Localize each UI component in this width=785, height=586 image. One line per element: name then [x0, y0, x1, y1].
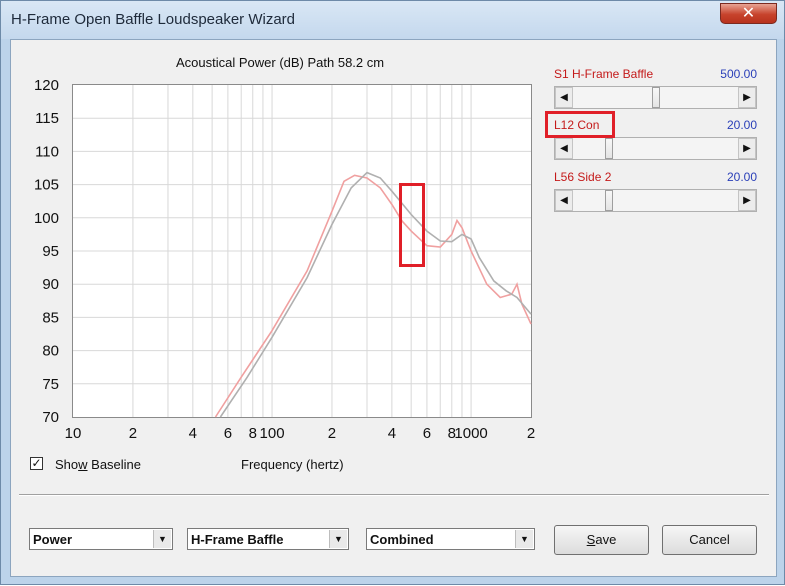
- x-tick-label: 4: [189, 425, 197, 442]
- y-tick-label: 85: [42, 309, 59, 326]
- save-button-rest: ave: [595, 532, 617, 547]
- param-value-l12: 20.00: [726, 118, 757, 132]
- x-tick-label: 4: [388, 425, 396, 442]
- scroll-right-icon[interactable]: ▶: [738, 190, 756, 211]
- show-baseline-label[interactable]: Show Baseline: [55, 457, 141, 472]
- y-tick-label: 120: [34, 77, 59, 94]
- param-label-s1: S1 H-Frame Baffle: [554, 67, 654, 81]
- y-tick-label: 110: [35, 143, 59, 160]
- l56-scroll-thumb[interactable]: [605, 190, 613, 211]
- checkmark-icon: ✓: [31, 456, 42, 470]
- output-dropdown-value: Combined: [370, 532, 434, 547]
- param-value-l56: 20.00: [726, 170, 757, 184]
- x-tick-label: 100: [260, 425, 285, 442]
- s1-scrollbar[interactable]: ◀ ▶: [554, 86, 757, 109]
- l56-scrollbar[interactable]: ◀ ▶: [554, 189, 757, 212]
- x-tick-label: 2: [129, 425, 137, 442]
- scroll-left-icon[interactable]: ◀: [555, 138, 573, 159]
- save-button[interactable]: Save: [554, 525, 649, 555]
- l12-scroll-thumb[interactable]: [605, 138, 613, 159]
- y-tick-label: 95: [42, 243, 59, 260]
- baffle-dropdown[interactable]: H-Frame Baffle ▼: [187, 528, 349, 550]
- show-baseline-label-post: Baseline: [87, 457, 142, 472]
- x-tick-label: 6: [224, 425, 232, 442]
- y-tick-label: 105: [34, 177, 59, 194]
- highlight-box-l12: [545, 111, 615, 138]
- scroll-left-icon[interactable]: ◀: [555, 190, 573, 211]
- measurement-dropdown-value: Power: [33, 532, 73, 547]
- chevron-down-icon[interactable]: ▼: [153, 530, 171, 548]
- param-value-s1: 500.00: [720, 67, 757, 81]
- y-tick-label: 80: [42, 343, 59, 360]
- x-tick-label: 2: [328, 425, 336, 442]
- y-tick-label: 100: [34, 210, 59, 227]
- show-baseline-checkbox[interactable]: ✓: [30, 457, 43, 470]
- cancel-button[interactable]: Cancel: [662, 525, 757, 555]
- x-tick-label: 6: [423, 425, 431, 442]
- measurement-dropdown[interactable]: Power ▼: [29, 528, 173, 550]
- x-tick-label: 2: [527, 425, 535, 442]
- y-tick-label: 70: [42, 409, 59, 426]
- scroll-left-icon[interactable]: ◀: [555, 87, 573, 108]
- divider: [19, 494, 769, 496]
- chevron-down-icon[interactable]: ▼: [329, 530, 347, 548]
- baffle-dropdown-value: H-Frame Baffle: [191, 532, 284, 547]
- l12-scrollbar[interactable]: ◀ ▶: [554, 137, 757, 160]
- y-tick-label: 115: [35, 110, 59, 127]
- x-tick-label: 8: [249, 425, 257, 442]
- wizard-window: H-Frame Open Baffle Loudspeaker Wizard ✕…: [0, 0, 785, 585]
- show-baseline-label-key: w: [78, 457, 88, 472]
- output-dropdown[interactable]: Combined ▼: [366, 528, 535, 550]
- baseline-response-line: [219, 171, 532, 418]
- y-tick-label: 75: [42, 376, 59, 393]
- scroll-right-icon[interactable]: ▶: [738, 87, 756, 108]
- param-label-l56: L56 Side 2: [554, 170, 612, 184]
- x-axis-title: Frequency (hertz): [241, 457, 344, 472]
- x-tick-label: 10: [65, 425, 82, 442]
- chevron-down-icon[interactable]: ▼: [515, 530, 533, 548]
- show-baseline-label-pre: Sho: [55, 457, 79, 472]
- x-tick-label: 1000: [454, 425, 487, 442]
- y-tick-label: 90: [42, 276, 59, 293]
- highlight-box-curve: [399, 183, 425, 267]
- s1-scroll-thumb[interactable]: [652, 87, 660, 108]
- scroll-right-icon[interactable]: ▶: [738, 138, 756, 159]
